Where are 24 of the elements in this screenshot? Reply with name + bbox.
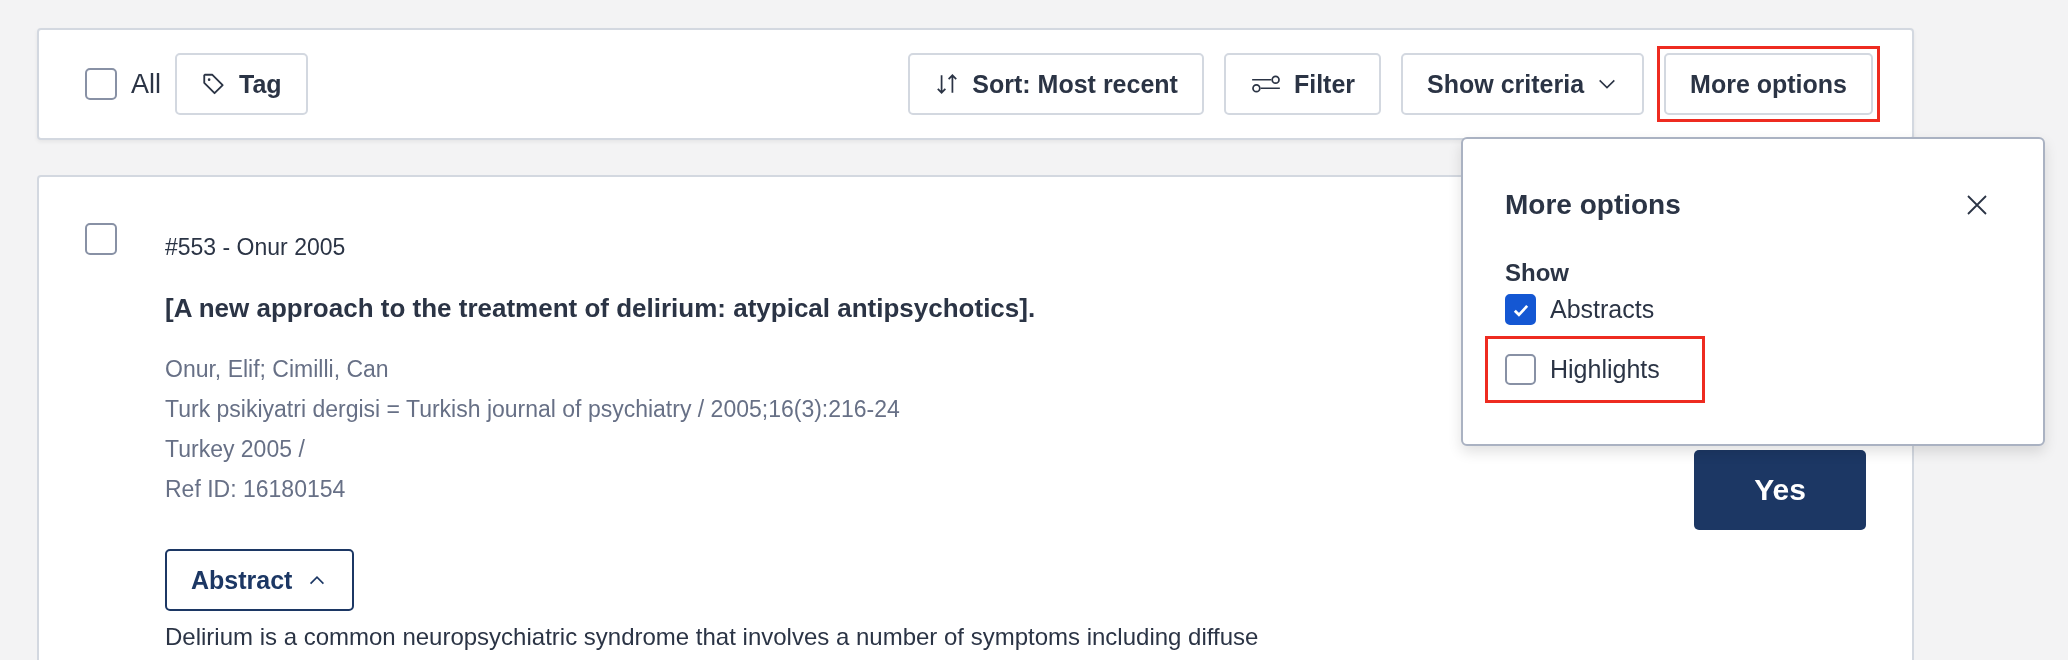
option-label: Abstracts — [1550, 295, 1655, 324]
reference-detail: Ref ID: 16180154 — [165, 475, 346, 504]
close-icon[interactable] — [1965, 193, 1989, 217]
option-checkbox[interactable] — [1505, 294, 1536, 325]
option-checkbox[interactable] — [1505, 354, 1536, 385]
reference-title: [A new approach to the treatment of delirium: atypical antipsychotics]. — [165, 292, 1036, 325]
tag-button[interactable]: Tag — [175, 53, 308, 115]
criteria-dropdown[interactable]: Show criteria — [1401, 53, 1645, 115]
reference-checkbox[interactable] — [85, 223, 117, 255]
abstract-text: Delirium is a common neuropsychiatric syndrome that involves a number of symptoms including diffuse — [165, 623, 1260, 651]
filter-button[interactable]: Filter — [1223, 53, 1382, 115]
option-label: Highlights — [1550, 355, 1660, 384]
options-button[interactable]: More options — [1664, 53, 1873, 115]
sort-button[interactable]: Sort: Most recent — [908, 53, 1204, 115]
section-label: Show — [1505, 259, 1570, 287]
select-all-label: All — [131, 68, 161, 100]
popover-title: More options — [1505, 189, 1681, 221]
select-all-checkbox[interactable] — [85, 68, 117, 100]
abstract-toggle[interactable]: Abstract — [165, 549, 355, 611]
reference-heading: #553 - Onur 2005 — [165, 233, 346, 262]
reference-detail: Turk psikiyatri dergisi = Turkish journal of psychiatry / 2005;16(3):216-24 — [165, 395, 900, 424]
reference-detail: Onur, Elif; Cimilli, Can — [165, 355, 389, 384]
reference-detail: Turkey 2005 / — [165, 435, 305, 464]
yes-button[interactable]: Yes — [1694, 450, 1866, 530]
